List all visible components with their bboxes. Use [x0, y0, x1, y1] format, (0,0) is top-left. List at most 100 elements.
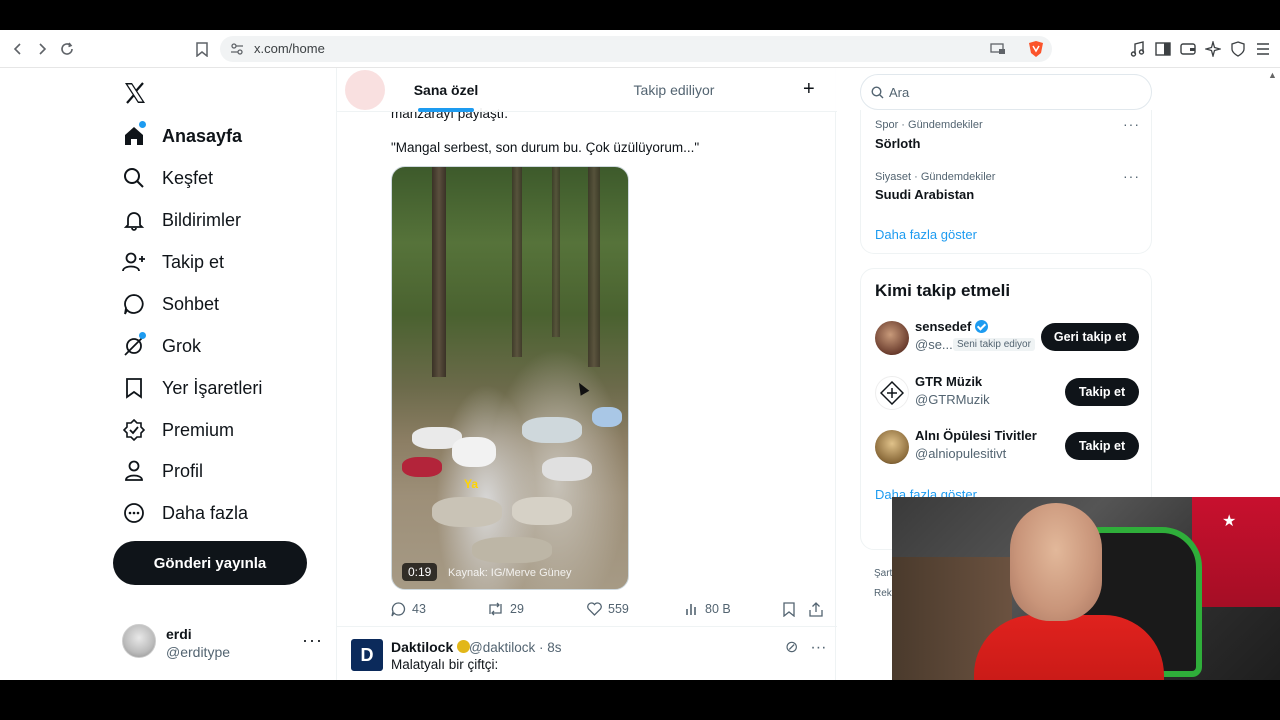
trend-item[interactable]: Suudi Arabistan: [875, 187, 974, 202]
chat-bubble-icon: [120, 290, 148, 318]
search-placeholder: Ara: [889, 85, 910, 100]
trend-category: Siyaset · Gündemdekiler: [875, 171, 996, 183]
more-circle-icon: [120, 499, 148, 527]
follow-suggestion[interactable]: Alnı Öpülesi Tivitler @alniopulesitivt T…: [875, 428, 1145, 468]
account-handle: @GTRMuzik: [915, 392, 990, 407]
avatar[interactable]: D: [351, 639, 383, 671]
more-dots-icon[interactable]: ···: [302, 630, 323, 651]
avatar[interactable]: [875, 321, 909, 355]
like-count: 559: [608, 602, 629, 616]
sidebar-item-more[interactable]: Daha fazla: [120, 493, 248, 533]
tweet-author-handle: @daktilock · 8s: [469, 640, 562, 655]
like-button[interactable]: 559: [587, 600, 629, 618]
scrollbar-up-arrow[interactable]: ▲: [1268, 70, 1277, 80]
wallet-icon[interactable]: [1178, 39, 1198, 59]
home-icon: [120, 121, 148, 150]
views-button[interactable]: 80 B: [685, 600, 731, 618]
sidebar-item-grok[interactable]: Grok: [120, 326, 201, 366]
tweet-author-name[interactable]: Daktilock: [391, 639, 471, 655]
tweet[interactable]: D Daktilock @daktilock · 8s Malatyalı bi…: [337, 626, 837, 680]
follow-button[interactable]: Takip et: [1065, 378, 1139, 406]
verified-badge-icon: [120, 416, 148, 444]
forward-icon[interactable]: [32, 39, 52, 59]
reload-icon[interactable]: [57, 39, 77, 59]
sidebar-item-label: Grok: [162, 335, 202, 356]
grok-icon: [120, 332, 148, 360]
sidebar-item-chat[interactable]: Sohbet: [120, 284, 219, 324]
reply-button[interactable]: 43: [391, 600, 426, 618]
tweet-text: "Mangal serbest, son durum bu. Çok üzülü…: [391, 140, 700, 155]
streamer-face: [1010, 503, 1102, 621]
more-dots-icon[interactable]: ···: [810, 639, 826, 656]
footer-link[interactable]: Rekl: [874, 588, 894, 599]
sidebar-item-premium[interactable]: Premium: [120, 410, 234, 450]
person-icon: [120, 457, 148, 485]
top-letterbox: [0, 0, 1280, 30]
x-logo-icon[interactable]: [122, 80, 148, 106]
avatar[interactable]: [875, 376, 909, 410]
more-dots-icon[interactable]: ···: [1123, 116, 1140, 132]
bookmark-icon: [783, 601, 795, 617]
video-caption: Ya: [464, 477, 479, 491]
repost-count: 29: [510, 602, 524, 616]
trend-category: Spor · Gündemdekiler: [875, 119, 983, 131]
follow-suggestion[interactable]: GTR Müzik @GTRMuzik Takip et: [875, 374, 1145, 414]
sidebar-item-bookmarks[interactable]: Yer İşaretleri: [120, 368, 262, 408]
tab-for-you[interactable]: Sana özel: [377, 68, 515, 112]
verified-icon: [975, 320, 989, 333]
tweet-video[interactable]: Ya 0:19 Kaynak: IG/Merve Güney: [391, 166, 629, 590]
timeline: Sana özel Takip ediliyor + manzarayı pay…: [336, 68, 837, 680]
account-handle: @alniopulesitivt: [915, 446, 1007, 461]
tweet-text: Malatyalı bir çiftçi:: [391, 657, 499, 672]
sidebar-item-label: Anasayfa: [162, 125, 243, 146]
timeline-tabs: Sana özel Takip ediliyor +: [337, 68, 837, 112]
media-music-icon[interactable]: [1128, 39, 1148, 59]
site-settings-icon[interactable]: [230, 42, 244, 61]
account-name[interactable]: GTR Müzik: [915, 374, 982, 389]
sidebar-item-profile[interactable]: Profil: [120, 451, 203, 491]
sidebar-item-label: Takip et: [162, 251, 225, 272]
search-input[interactable]: Ara: [860, 74, 1152, 110]
views-count: 80 B: [705, 602, 731, 616]
analytics-icon: [685, 602, 699, 616]
trend-item[interactable]: Sörloth: [875, 136, 921, 151]
plus-icon[interactable]: +: [803, 78, 815, 101]
share-icon: [809, 601, 823, 617]
address-bar[interactable]: x.com/home: [220, 36, 1052, 62]
bookmark-button[interactable]: [783, 600, 801, 618]
repost-button[interactable]: 29: [487, 600, 524, 618]
sidebar-item-label: Profil: [162, 460, 204, 481]
sidebar-item-notifications[interactable]: Bildirimler: [120, 200, 241, 240]
account-name[interactable]: sensedef: [915, 319, 989, 334]
search-icon: [120, 164, 148, 192]
cast-icon[interactable]: [990, 42, 1006, 61]
bookmark-page-icon[interactable]: [192, 39, 212, 59]
grok-icon[interactable]: ⊘: [785, 639, 798, 656]
back-icon[interactable]: [8, 39, 28, 59]
tab-following[interactable]: Takip ediliyor: [605, 68, 743, 112]
browser-toolbar: x.com/home: [0, 30, 1280, 68]
menu-icon[interactable]: [1253, 39, 1273, 59]
sidebar-toggle-icon[interactable]: [1153, 39, 1173, 59]
bell-icon: [120, 206, 148, 234]
post-button[interactable]: Gönderi yayınla: [113, 541, 307, 585]
brave-shield-icon[interactable]: [1028, 40, 1044, 63]
sidebar-item-label: Premium: [162, 419, 235, 440]
follow-button[interactable]: Takip et: [1065, 432, 1139, 460]
sidebar-item-explore[interactable]: Keşfet: [120, 158, 213, 198]
account-name[interactable]: Alnı Öpülesi Tivitler: [915, 428, 1037, 443]
avatar[interactable]: [875, 430, 909, 464]
share-button[interactable]: [809, 600, 829, 618]
account-switcher[interactable]: erdi @erditype ···: [120, 620, 330, 664]
leo-ai-icon[interactable]: [1203, 39, 1223, 59]
footer-link[interactable]: Şart: [874, 568, 892, 579]
follow-suggestion[interactable]: sensedef @se... Seni takip ediyor Geri t…: [875, 319, 1145, 359]
show-more-link[interactable]: Daha fazla göster: [875, 227, 977, 242]
more-dots-icon[interactable]: ···: [1123, 168, 1140, 184]
sidebar-item-label: Sohbet: [162, 293, 220, 314]
vpn-shield-icon[interactable]: [1228, 39, 1248, 59]
sidebar-item-follow[interactable]: Takip et: [120, 242, 224, 282]
avatar: [122, 624, 156, 658]
sidebar-item-home[interactable]: Anasayfa: [120, 116, 242, 156]
follow-back-button[interactable]: Geri takip et: [1041, 323, 1139, 351]
